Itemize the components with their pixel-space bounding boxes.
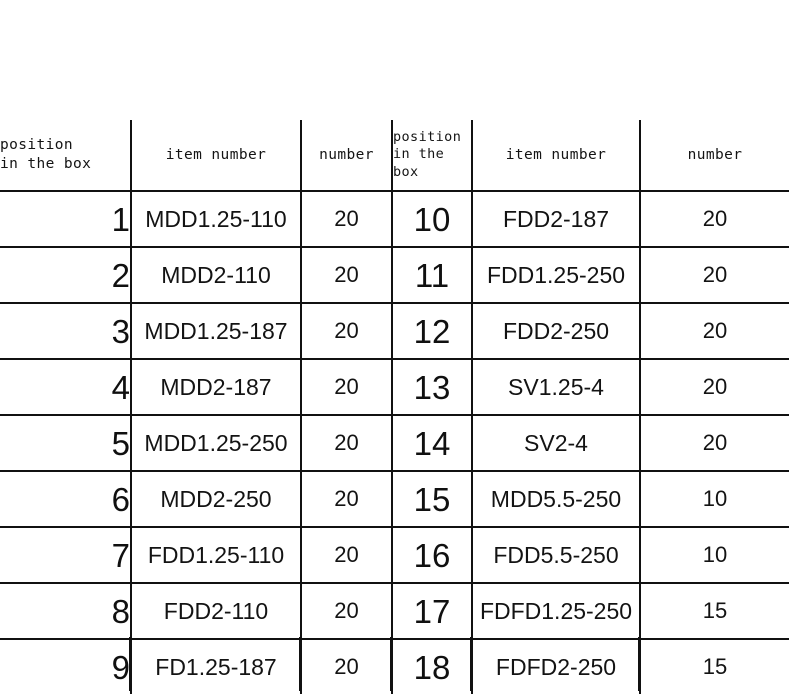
table-row: 8 FDD2-110 20 17 FDFD1.25-250 15 bbox=[0, 583, 789, 640]
cell-number-left: 20 bbox=[301, 247, 393, 304]
cell-number-left: 20 bbox=[301, 191, 393, 248]
column-header-item-left: item number bbox=[131, 120, 302, 192]
column-header-position-left: position in the box bbox=[0, 120, 132, 192]
column-header-number-left-label: number bbox=[319, 146, 374, 163]
column-header-number-right-label: number bbox=[687, 146, 743, 163]
cell-position-left: 2 bbox=[0, 247, 132, 304]
cell-item-right: SV1.25-4 bbox=[472, 359, 641, 416]
cell-position-right: 10 bbox=[392, 191, 473, 248]
cell-position-left: 3 bbox=[0, 303, 132, 360]
cell-item-right: FDFD2-250 bbox=[472, 639, 641, 694]
table-row: 5 MDD1.25-250 20 14 SV2-4 20 bbox=[0, 415, 789, 472]
cell-position-left: 1 bbox=[0, 191, 132, 248]
cell-number-right: 20 bbox=[640, 303, 789, 360]
cell-item-left: MDD2-250 bbox=[131, 471, 302, 528]
cell-position-right: 14 bbox=[392, 415, 473, 472]
cell-item-left: FD1.25-187 bbox=[131, 639, 302, 694]
table-header-row: position in the box item number number p… bbox=[0, 120, 789, 192]
cell-position-right: 15 bbox=[392, 471, 473, 528]
cell-item-right: SV2-4 bbox=[472, 415, 641, 472]
cell-number-right: 15 bbox=[640, 583, 789, 640]
cell-number-left: 20 bbox=[301, 359, 393, 416]
table-row: 1 MDD1.25-110 20 10 FDD2-187 20 bbox=[0, 191, 789, 248]
cell-number-right: 20 bbox=[640, 191, 789, 248]
cell-position-left: 4 bbox=[0, 359, 132, 416]
cell-number-right: 20 bbox=[640, 415, 789, 472]
table-row: 9 FD1.25-187 20 18 FDFD2-250 15 bbox=[0, 639, 789, 694]
cell-item-left: MDD1.25-187 bbox=[131, 303, 302, 360]
cell-item-right: MDD5.5-250 bbox=[472, 471, 641, 528]
cell-position-right: 16 bbox=[392, 527, 473, 584]
cell-position-right: 12 bbox=[392, 303, 473, 360]
cell-number-left: 20 bbox=[301, 527, 393, 584]
cell-number-left: 20 bbox=[301, 471, 393, 528]
cell-item-right: FDD1.25-250 bbox=[472, 247, 641, 304]
cell-position-left: 7 bbox=[0, 527, 132, 584]
column-header-number-right: number bbox=[640, 120, 789, 192]
cell-item-left: MDD1.25-250 bbox=[131, 415, 302, 472]
cell-item-left: FDD2-110 bbox=[131, 583, 302, 640]
column-header-item-right: item number bbox=[472, 120, 641, 192]
cell-position-right: 13 bbox=[392, 359, 473, 416]
cell-number-right: 10 bbox=[640, 527, 789, 584]
cell-number-left: 20 bbox=[301, 639, 393, 694]
table-row: 2 MDD2-110 20 11 FDD1.25-250 20 bbox=[0, 247, 789, 304]
cell-position-left: 6 bbox=[0, 471, 132, 528]
cell-number-left: 20 bbox=[301, 303, 393, 360]
table-body: 1 MDD1.25-110 20 10 FDD2-187 20 2 MDD2-110 20 11 F… bbox=[0, 191, 789, 694]
cell-item-left: MDD2-187 bbox=[131, 359, 302, 416]
cell-position-left: 8 bbox=[0, 583, 132, 640]
column-header-number-left: number bbox=[301, 120, 393, 192]
cell-number-right: 15 bbox=[640, 639, 789, 694]
column-header-position-right-label: position in the box bbox=[393, 129, 462, 180]
cell-position-right: 11 bbox=[392, 247, 473, 304]
column-header-position-left-label: position in the box bbox=[0, 137, 92, 172]
cell-position-left: 9 bbox=[0, 639, 132, 694]
cell-item-left: FDD1.25-110 bbox=[131, 527, 302, 584]
column-header-item-left-label: item number bbox=[165, 146, 267, 163]
table-row: 4 MDD2-187 20 13 SV1.25-4 20 bbox=[0, 359, 789, 416]
cell-number-left: 20 bbox=[301, 583, 393, 640]
cell-item-left: MDD2-110 bbox=[131, 247, 302, 304]
table-row: 6 MDD2-250 20 15 MDD5.5-250 10 bbox=[0, 471, 789, 528]
cell-item-right: FDD2-250 bbox=[472, 303, 641, 360]
cell-item-right: FDD2-187 bbox=[472, 191, 641, 248]
column-header-position-right: position in the box bbox=[392, 120, 473, 192]
cell-number-right: 10 bbox=[640, 471, 789, 528]
cell-number-left: 20 bbox=[301, 415, 393, 472]
column-header-item-right-label: item number bbox=[505, 146, 607, 163]
cell-number-right: 20 bbox=[640, 359, 789, 416]
cell-number-right: 20 bbox=[640, 247, 789, 304]
cell-item-left: MDD1.25-110 bbox=[131, 191, 302, 248]
table-row: 3 MDD1.25-187 20 12 FDD2-250 20 bbox=[0, 303, 789, 360]
table-row: 7 FDD1.25-110 20 16 FDD5.5-250 10 bbox=[0, 527, 789, 584]
cell-item-right: FDD5.5-250 bbox=[472, 527, 641, 584]
cell-item-right: FDFD1.25-250 bbox=[472, 583, 641, 640]
parts-inventory-table: position in the box item number number p… bbox=[0, 120, 789, 694]
cell-position-right: 17 bbox=[392, 583, 473, 640]
cell-position-right: 18 bbox=[392, 639, 473, 694]
cell-position-left: 5 bbox=[0, 415, 132, 472]
